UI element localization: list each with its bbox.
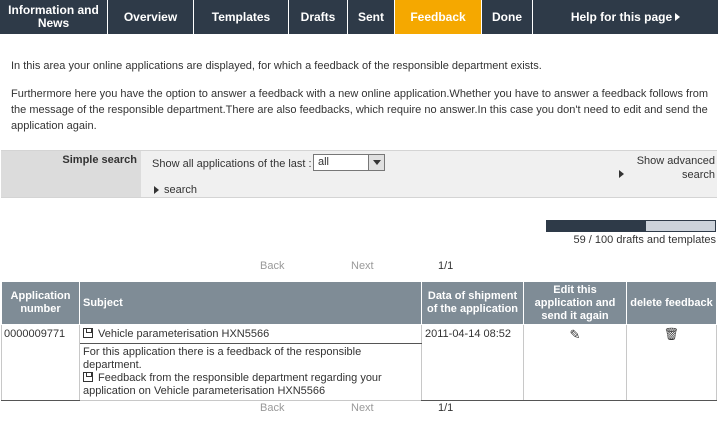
nav-label: Information and News — [8, 3, 99, 30]
nav-drafts[interactable]: Drafts — [289, 0, 348, 34]
floppy-disk-icon — [83, 328, 93, 338]
delete-cell: 🗑 — [626, 324, 717, 401]
triangle-right-icon — [154, 186, 159, 194]
edit-cell: ✎ — [523, 324, 627, 401]
shipment-date: 2011-04-14 08:52 — [421, 324, 524, 401]
nav-help[interactable]: Help for this page — [533, 0, 718, 34]
pager-next[interactable]: Next — [351, 402, 374, 414]
application-number: 0000009771 — [1, 324, 80, 401]
nav-label: Done — [492, 9, 522, 24]
pager-next[interactable]: Next — [351, 260, 374, 272]
col-edit: Edit this application and send it again — [523, 281, 627, 325]
search-link-label: search — [164, 184, 198, 196]
floppy-disk-icon — [83, 372, 93, 382]
chevron-down-icon[interactable] — [368, 155, 384, 170]
nav-sent[interactable]: Sent — [348, 0, 395, 34]
timeframe-select-value: all — [318, 156, 330, 168]
search-label: Simple search — [1, 151, 141, 197]
subject-cell[interactable]: Vehicle parameterisation HXN5566 — [79, 324, 422, 344]
advanced-search-label: Show advanced search — [636, 155, 715, 181]
search-show-label: Show all applications of the last : — [152, 158, 312, 170]
feedback-description: For this application there is a feedback… — [79, 343, 422, 401]
pager-back[interactable]: Back — [260, 260, 284, 272]
applications-table: Application number Subject Data of shipm… — [1, 281, 717, 401]
intro-paragraph: In this area your online applications ar… — [11, 60, 542, 72]
nav-label: Help for this page — [570, 9, 673, 24]
intro-paragraph: Furthermore here you have the option to … — [11, 88, 709, 132]
nav-overview[interactable]: Overview — [108, 0, 194, 34]
subject-text: Vehicle parameterisation HXN5566 — [98, 328, 270, 340]
main-nav: Information and News Overview Templates … — [0, 0, 718, 34]
table-header-row: Application number Subject Data of shipm… — [1, 281, 717, 325]
col-date: Data of shipment of the application — [421, 281, 524, 325]
pager-bottom: Back Next 1/1 — [0, 402, 718, 416]
pager-top: Back Next 1/1 — [0, 260, 718, 274]
nav-feedback[interactable]: Feedback — [395, 0, 482, 34]
nav-label: Overview — [123, 9, 178, 24]
feedback-note: For this application there is a feedback… — [83, 346, 362, 371]
triangle-right-icon — [675, 13, 681, 21]
feedback-text: Feedback from the responsible department… — [83, 372, 382, 397]
nav-label: Sent — [357, 9, 384, 24]
feedback-link-line[interactable]: Feedback from the responsible department… — [83, 372, 418, 398]
nav-label: Feedback — [410, 9, 466, 24]
pencil-icon[interactable]: ✎ — [570, 327, 581, 343]
nav-label: Templates — [211, 9, 271, 24]
trash-icon[interactable]: 🗑 — [664, 327, 679, 341]
nav-done[interactable]: Done — [482, 0, 533, 34]
timeframe-select[interactable]: all — [313, 154, 385, 171]
nav-information-and-news[interactable]: Information and News — [0, 0, 108, 34]
col-application-number: Application number — [1, 281, 80, 325]
triangle-right-icon — [619, 170, 624, 178]
nav-label: Drafts — [300, 9, 336, 24]
intro-text: In this area your online applications ar… — [11, 58, 714, 134]
pager-page: 1/1 — [438, 260, 454, 272]
drafts-count: 59 / 100 drafts and templates — [573, 234, 716, 246]
pager-page: 1/1 — [438, 402, 454, 414]
advanced-search-link[interactable]: Show advanced search — [619, 154, 715, 182]
progress-fill — [547, 221, 647, 231]
drafts-progress-bar — [546, 220, 716, 232]
col-delete: delete feedback — [626, 281, 717, 325]
col-subject: Subject — [79, 281, 422, 325]
pager-back[interactable]: Back — [260, 402, 284, 414]
search-link[interactable]: search — [154, 184, 197, 196]
nav-templates[interactable]: Templates — [194, 0, 289, 34]
table-row: 0000009771 Vehicle parameterisation HXN5… — [1, 324, 717, 401]
